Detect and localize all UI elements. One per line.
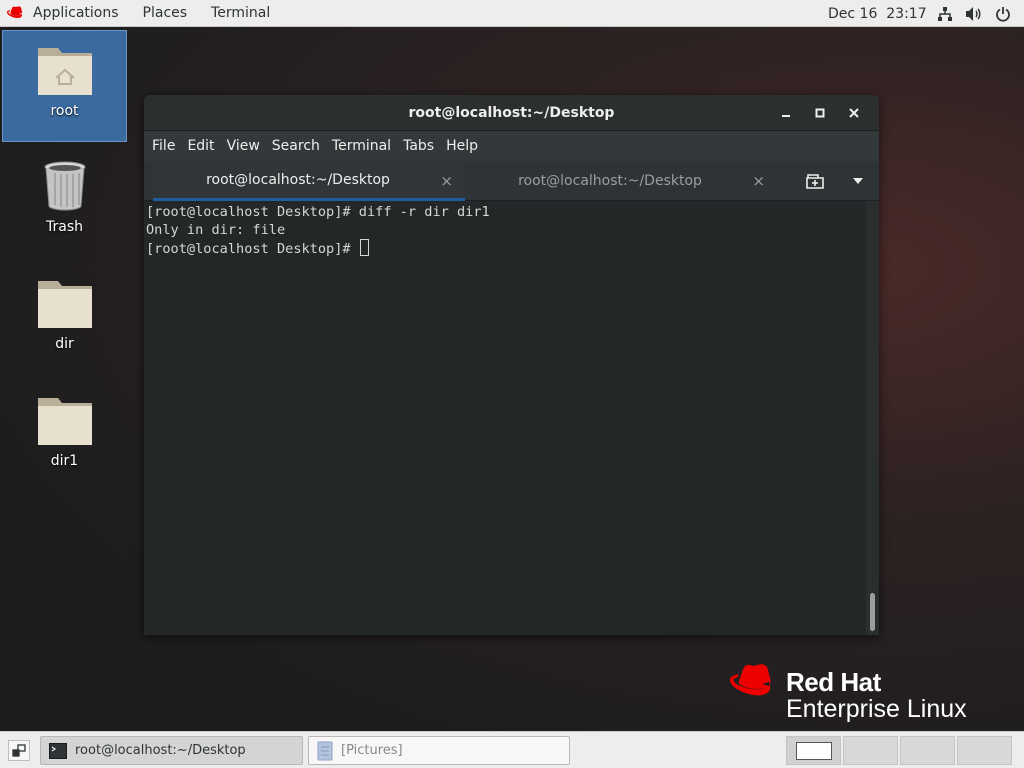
text-cursor bbox=[359, 239, 369, 256]
desktop-icon-label: dir bbox=[55, 336, 74, 352]
terminal-prompt-line: [root@localhost Desktop]# bbox=[146, 239, 877, 257]
menu-search[interactable]: Search bbox=[266, 131, 326, 161]
tab-label: root@localhost:~/Desktop bbox=[206, 171, 390, 188]
close-icon bbox=[849, 108, 859, 118]
menu-tabs[interactable]: Tabs bbox=[397, 131, 440, 161]
task-label: root@localhost:~/Desktop bbox=[75, 743, 246, 758]
redhat-logo: Red Hat Enterprise Linux bbox=[730, 664, 967, 722]
desktop-icon-label: Trash bbox=[46, 219, 83, 235]
tab-close-icon[interactable]: × bbox=[440, 172, 453, 190]
terminal-app-menu[interactable]: Terminal bbox=[199, 0, 282, 26]
minimize-button[interactable] bbox=[769, 95, 803, 131]
desktop-icon-dir[interactable]: dir bbox=[2, 264, 127, 376]
applications-label: Applications bbox=[33, 5, 119, 21]
window-titlebar[interactable]: root@localhost:~/Desktop bbox=[144, 95, 879, 131]
folder-icon bbox=[36, 390, 94, 450]
terminal-menubar: File Edit View Search Terminal Tabs Help bbox=[144, 131, 879, 161]
redhat-hat-icon bbox=[730, 664, 771, 696]
places-label: Places bbox=[142, 5, 188, 21]
terminal-menu-label: Terminal bbox=[211, 5, 271, 21]
tab-menu-chevron-down-icon[interactable] bbox=[849, 171, 867, 191]
desktop-icon-label: root bbox=[50, 103, 79, 119]
window-title: root@localhost:~/Desktop bbox=[408, 104, 615, 121]
clock-text: Dec 16 23:17 bbox=[828, 5, 927, 22]
task-terminal[interactable]: root@localhost:~/Desktop bbox=[40, 736, 303, 765]
scrollbar-thumb[interactable] bbox=[870, 593, 875, 631]
places-menu[interactable]: Places bbox=[131, 0, 200, 26]
tab-terminal-2[interactable]: root@localhost:~/Desktop × bbox=[465, 161, 777, 201]
top-menu: Applications Places Terminal bbox=[0, 0, 282, 26]
desktop-icon-dir1[interactable]: dir1 bbox=[2, 381, 127, 493]
minimize-icon bbox=[782, 115, 790, 117]
show-desktop-button[interactable] bbox=[8, 740, 30, 761]
tab-label: root@localhost:~/Desktop bbox=[518, 173, 702, 189]
task-pictures[interactable]: [Pictures] bbox=[308, 736, 570, 765]
top-panel: Applications Places Terminal Dec 16 23:1… bbox=[0, 0, 1024, 27]
redhat-fedora-icon bbox=[7, 6, 23, 18]
maximize-button[interactable] bbox=[803, 95, 837, 131]
menu-help[interactable]: Help bbox=[440, 131, 484, 161]
terminal-line: Only in dir: file bbox=[146, 222, 286, 238]
maximize-icon bbox=[815, 108, 825, 118]
workspace-switcher bbox=[786, 736, 1012, 765]
menu-view[interactable]: View bbox=[221, 131, 266, 161]
terminal-icon bbox=[49, 742, 67, 759]
network-icon[interactable] bbox=[935, 6, 954, 22]
workspace-2[interactable] bbox=[843, 736, 898, 765]
new-tab-icon[interactable] bbox=[804, 171, 826, 191]
system-tray[interactable] bbox=[935, 0, 1012, 27]
redhat-product: Enterprise Linux bbox=[786, 695, 967, 723]
redhat-wordmark: Red Hat Enterprise Linux bbox=[786, 664, 967, 722]
volume-icon[interactable] bbox=[964, 6, 983, 22]
menu-file[interactable]: File bbox=[146, 131, 181, 161]
applications-menu[interactable]: Applications bbox=[0, 0, 131, 26]
workspace-4[interactable] bbox=[957, 736, 1012, 765]
workspace-window-preview bbox=[795, 741, 832, 760]
menu-terminal[interactable]: Terminal bbox=[326, 131, 397, 161]
task-label: [Pictures] bbox=[341, 743, 403, 758]
terminal-line: [root@localhost Desktop]# diff -r dir di… bbox=[146, 204, 490, 220]
workspace-3[interactable] bbox=[900, 736, 955, 765]
file-manager-icon bbox=[317, 741, 333, 761]
home-folder-icon bbox=[36, 40, 94, 100]
folder-icon bbox=[36, 273, 94, 333]
menu-edit[interactable]: Edit bbox=[181, 131, 220, 161]
terminal-output[interactable]: [root@localhost Desktop]# diff -r dir di… bbox=[144, 201, 879, 635]
close-button[interactable] bbox=[837, 95, 871, 131]
desktop-icon-label: dir1 bbox=[50, 453, 79, 469]
workspace-1[interactable] bbox=[786, 736, 841, 765]
clock[interactable]: Dec 16 23:17 bbox=[828, 0, 927, 27]
tab-close-icon[interactable]: × bbox=[752, 172, 765, 190]
terminal-prompt: [root@localhost Desktop]# bbox=[146, 241, 359, 257]
scrollbar[interactable] bbox=[866, 201, 879, 635]
trash-icon bbox=[43, 156, 87, 216]
tab-bar: root@localhost:~/Desktop × root@localhos… bbox=[144, 161, 879, 201]
desktop-icon-trash[interactable]: Trash bbox=[2, 147, 127, 259]
tab-terminal-1[interactable]: root@localhost:~/Desktop × bbox=[153, 161, 465, 201]
redhat-brand: Red Hat bbox=[786, 667, 881, 697]
power-icon[interactable] bbox=[993, 6, 1012, 22]
terminal-window[interactable]: root@localhost:~/Desktop File Edit View … bbox=[144, 95, 879, 635]
bottom-panel: root@localhost:~/Desktop [Pictures] bbox=[0, 731, 1024, 768]
window-controls bbox=[769, 95, 871, 131]
desktop-icon-root[interactable]: root bbox=[2, 30, 127, 142]
show-desktop-icon bbox=[12, 744, 26, 757]
